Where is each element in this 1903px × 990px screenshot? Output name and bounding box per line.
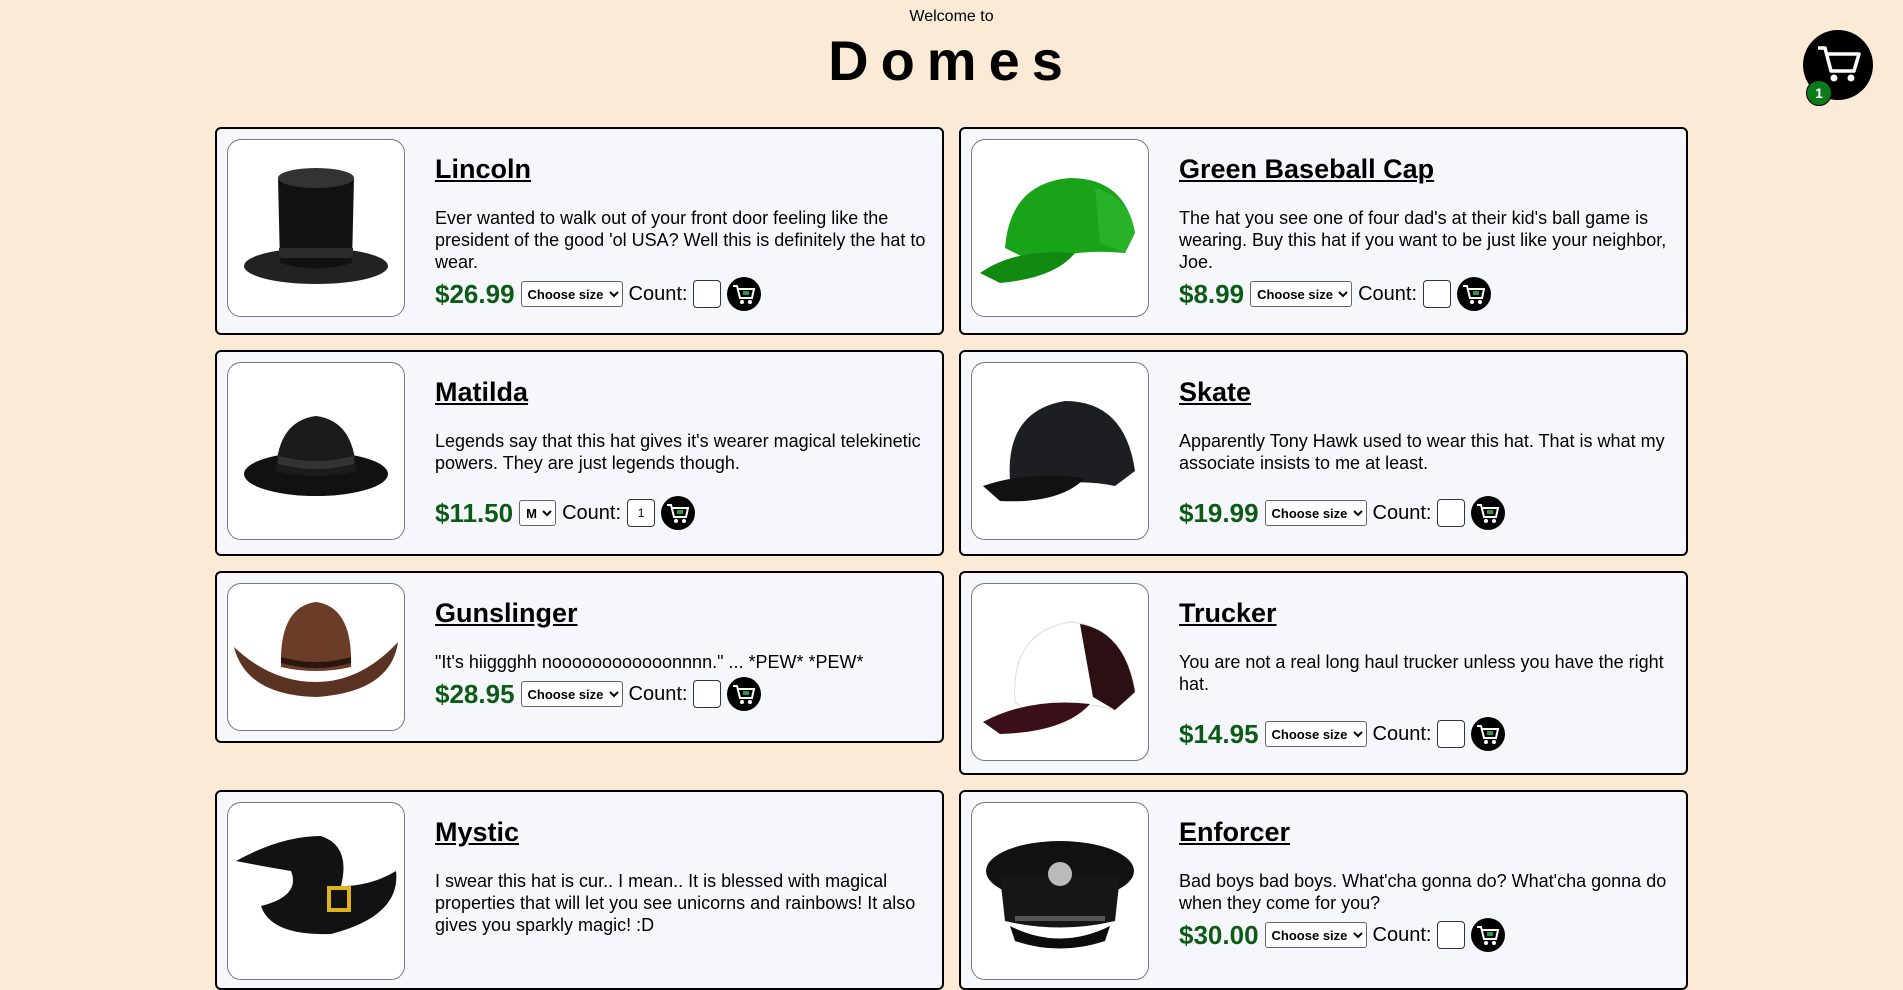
product-image bbox=[227, 802, 405, 980]
count-input[interactable] bbox=[627, 499, 656, 527]
count-input[interactable] bbox=[693, 280, 722, 308]
add-to-cart-button[interactable] bbox=[1457, 277, 1492, 311]
add-to-cart-icon bbox=[667, 504, 690, 523]
cart-button[interactable]: 1 bbox=[1803, 30, 1873, 106]
count-input[interactable] bbox=[693, 680, 722, 708]
witch-hat-image bbox=[236, 836, 397, 935]
product-description: Bad boys bad boys. What'cha gonna do? Wh… bbox=[1179, 871, 1667, 913]
add-to-cart-icon bbox=[1463, 285, 1486, 304]
product-name[interactable]: Skate bbox=[1179, 377, 1251, 408]
product-card: Green Baseball Cap The hat you see one o… bbox=[959, 127, 1688, 335]
product-price: $14.95 bbox=[1179, 718, 1259, 749]
product-price: $19.99 bbox=[1179, 497, 1259, 528]
add-to-cart-icon bbox=[733, 285, 756, 304]
product-description: "It's hiiggghh noooooooooooonnnn." ... *… bbox=[435, 652, 864, 672]
size-select[interactable]: Choose size bbox=[520, 281, 623, 307]
product-card: Lincoln Ever wanted to walk out of your … bbox=[215, 127, 944, 335]
product-name[interactable]: Gunslinger bbox=[435, 598, 578, 629]
product-description: Ever wanted to walk out of your front do… bbox=[435, 208, 926, 272]
welcome-text: Welcome to bbox=[909, 8, 994, 25]
count-label: Count: bbox=[1358, 282, 1418, 305]
product-card: Trucker You are not a real long haul tru… bbox=[959, 571, 1688, 775]
product-grid: Lincoln Ever wanted to walk out of your … bbox=[215, 127, 1688, 990]
product-price: $8.99 bbox=[1179, 278, 1245, 309]
count-label: Count: bbox=[1372, 501, 1432, 524]
count-label: Count: bbox=[628, 682, 688, 705]
count-input[interactable] bbox=[1423, 280, 1452, 308]
product-price: $26.99 bbox=[435, 278, 515, 309]
fedora-image bbox=[244, 416, 388, 496]
size-select[interactable]: Choose size bbox=[1264, 500, 1367, 526]
size-select[interactable]: Choose size bbox=[1264, 721, 1367, 747]
product-image bbox=[971, 583, 1149, 761]
product-image bbox=[971, 139, 1149, 317]
count-input[interactable] bbox=[1437, 720, 1466, 748]
count-input[interactable] bbox=[1437, 499, 1466, 527]
product-description: You are not a real long haul trucker unl… bbox=[1179, 652, 1664, 694]
brand-title: Domes bbox=[828, 29, 1075, 92]
add-to-cart-icon bbox=[733, 685, 756, 704]
site-header: Welcome to Domes bbox=[0, 0, 1903, 93]
add-to-cart-button[interactable] bbox=[661, 496, 696, 530]
product-name[interactable]: Enforcer bbox=[1179, 817, 1290, 848]
police-cap-image bbox=[986, 841, 1134, 949]
product-price: $11.50 bbox=[435, 497, 514, 528]
count-label: Count: bbox=[1372, 923, 1432, 946]
count-input[interactable] bbox=[1437, 921, 1466, 949]
product-card: Matilda Legends say that this hat gives … bbox=[215, 350, 944, 556]
size-select[interactable]: Choose size bbox=[1264, 922, 1367, 948]
product-description: The hat you see one of four dad's at the… bbox=[1179, 208, 1667, 272]
product-name[interactable]: Mystic bbox=[435, 817, 519, 848]
product-image bbox=[227, 139, 405, 317]
product-description: I swear this hat is cur.. I mean.. It is… bbox=[435, 871, 916, 935]
add-to-cart-button[interactable] bbox=[727, 677, 762, 711]
product-description: Legends say that this hat gives it's wea… bbox=[435, 431, 921, 473]
size-select[interactable]: Choose size bbox=[1250, 281, 1353, 307]
product-name[interactable]: Lincoln bbox=[435, 154, 531, 185]
product-name[interactable]: Matilda bbox=[435, 377, 528, 408]
product-price: $28.95 bbox=[435, 678, 515, 709]
add-to-cart-icon bbox=[1477, 926, 1500, 945]
add-to-cart-button[interactable] bbox=[1471, 717, 1506, 751]
product-price: $30.00 bbox=[1179, 919, 1259, 950]
product-image bbox=[971, 802, 1149, 980]
count-label: Count: bbox=[628, 282, 688, 305]
top-hat-image bbox=[244, 168, 388, 284]
cart-count-badge: 1 bbox=[1806, 80, 1832, 106]
shopping-cart-icon bbox=[1818, 46, 1861, 82]
add-to-cart-icon bbox=[1477, 725, 1500, 744]
trucker-cap-image bbox=[983, 621, 1136, 734]
product-name[interactable]: Trucker bbox=[1179, 598, 1277, 629]
product-description: Apparently Tony Hawk used to wear this h… bbox=[1179, 431, 1665, 473]
count-label: Count: bbox=[1372, 722, 1432, 745]
count-label: Count: bbox=[562, 501, 622, 524]
add-to-cart-button[interactable] bbox=[1471, 918, 1506, 952]
product-image bbox=[971, 362, 1149, 540]
product-card: Skate Apparently Tony Hawk used to wear … bbox=[959, 350, 1688, 556]
product-card: Enforcer Bad boys bad boys. What'cha gon… bbox=[959, 790, 1688, 990]
add-to-cart-button[interactable] bbox=[1471, 496, 1506, 530]
size-select[interactable]: M bbox=[519, 500, 557, 526]
snapback-cap-image bbox=[983, 401, 1135, 502]
size-select[interactable]: Choose size bbox=[520, 681, 623, 707]
green-cap-image bbox=[980, 178, 1135, 283]
add-to-cart-icon bbox=[1477, 504, 1500, 523]
add-to-cart-button[interactable] bbox=[727, 277, 762, 311]
product-card: Mystic I swear this hat is cur.. I mean.… bbox=[215, 790, 944, 990]
cowboy-hat-image bbox=[234, 602, 398, 697]
product-image bbox=[227, 362, 405, 540]
product-card: Gunslinger "It's hiiggghh noooooooooooon… bbox=[215, 571, 944, 743]
product-image bbox=[227, 583, 405, 731]
product-name[interactable]: Green Baseball Cap bbox=[1179, 154, 1434, 185]
